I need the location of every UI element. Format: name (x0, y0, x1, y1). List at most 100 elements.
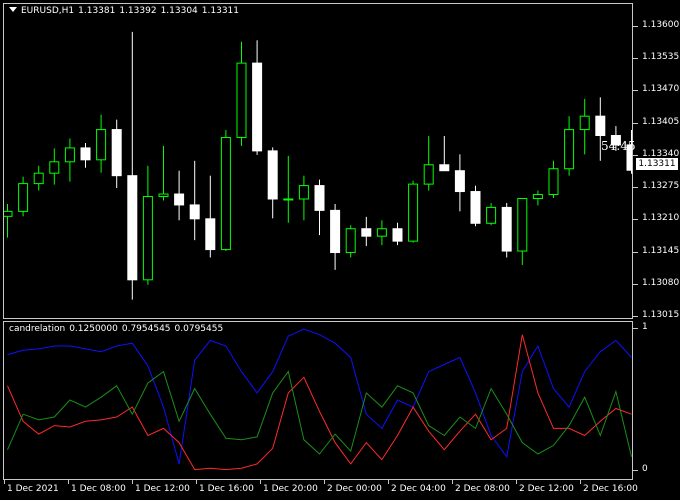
price-axis-tick (633, 219, 638, 221)
candle-body (298, 185, 309, 200)
time-axis-tick (388, 480, 389, 484)
candle-body (423, 164, 434, 185)
time-axis-tick (452, 480, 453, 484)
price-axis-label: 1.13015 (642, 310, 680, 320)
close-value: 1.13311 (201, 6, 239, 16)
candle-body (345, 228, 356, 254)
candlestick-plot (4, 31, 632, 300)
candle-body (408, 183, 419, 242)
candle-body (189, 204, 200, 220)
candle-body (501, 206, 512, 252)
price-axis-tick (633, 316, 638, 317)
indicator-axis-tick (633, 470, 638, 471)
time-axis-tick (516, 480, 517, 484)
indicator-axis-tick (633, 328, 638, 329)
price-axis-label: 1.13080 (642, 277, 680, 288)
price-axis-tick (633, 283, 638, 285)
current-price-label: 1.13311 (636, 158, 678, 170)
candle-body (376, 228, 387, 237)
candle-body (314, 185, 325, 211)
candle-body (127, 175, 138, 281)
candle-body (111, 129, 122, 177)
candle-body (532, 194, 543, 199)
price-axis-label: 1.13210 (642, 213, 680, 224)
candle-countdown: 54:45 (601, 139, 636, 153)
candle-body (220, 136, 231, 251)
time-axis-tick (68, 480, 69, 484)
time-axis-tick (260, 480, 261, 484)
price-axis-tick (633, 154, 638, 156)
indicator-series-line (7, 334, 632, 471)
candle-body (205, 218, 216, 251)
candle-body (80, 147, 91, 161)
price-chart-panel[interactable]: EURUSD,H1 1.13381 1.13392 1.13304 1.13311 (3, 3, 633, 319)
time-axis-tick (132, 480, 133, 484)
time-axis-tick (196, 480, 197, 484)
high-value: 1.13392 (119, 6, 157, 16)
candle-body (579, 115, 590, 131)
time-axis-label: 2 Dec 16:00 (583, 484, 638, 494)
triangle-down-icon[interactable] (9, 7, 17, 12)
candle-body (64, 147, 75, 163)
candle-body (470, 191, 481, 224)
price-axis-label: 1.13145 (642, 245, 680, 256)
price-axis-tick (633, 90, 638, 92)
low-value: 1.13304 (160, 6, 198, 16)
indicator-series-line (7, 328, 632, 465)
candle-body (595, 115, 606, 137)
candle-body (49, 161, 60, 174)
candle-body (96, 129, 107, 161)
time-axis-label: 2 Dec 00:00 (327, 484, 382, 494)
time-axis-label: 1 Dec 08:00 (71, 484, 126, 494)
time-axis-tick (4, 480, 5, 484)
candle-body (18, 183, 29, 212)
candle-body (158, 193, 169, 198)
price-axis-tick (633, 58, 638, 60)
candle-body (252, 62, 263, 152)
time-axis-label: 2 Dec 12:00 (519, 484, 574, 494)
candle-body (486, 206, 497, 224)
indicator-series-line (7, 370, 632, 457)
price-axis-label: 1.13600 (642, 19, 680, 30)
indicator-value-3: 0.0795455 (174, 324, 224, 334)
chart-header: EURUSD,H1 1.13381 1.13392 1.13304 1.13311 (9, 6, 243, 16)
candle-body (33, 172, 44, 185)
indicator-plot (7, 328, 632, 471)
price-axis-tick (633, 122, 638, 124)
candle-body (142, 196, 153, 281)
candle-body (361, 228, 372, 237)
indicator-axis-label: 0 (642, 464, 648, 474)
time-axis-label: 2 Dec 08:00 (455, 484, 510, 494)
candle-body (267, 150, 278, 200)
indicator-panel[interactable]: candrelation 0.1250000 0.7954545 0.0795455 (3, 321, 633, 480)
time-axis-label: 2 Dec 04:00 (391, 484, 446, 494)
candle-body (236, 62, 247, 138)
time-axis-tick (324, 480, 325, 484)
time-axis-tick (580, 480, 581, 484)
candle-body (283, 198, 294, 201)
price-axis-tick (633, 251, 638, 253)
candle-body (174, 193, 185, 206)
indicator-name: candrelation (9, 324, 66, 334)
time-axis-label: 1 Dec 16:00 (199, 484, 254, 494)
price-axis-tick (633, 187, 638, 189)
time-axis-label: 1 Dec 2021 (7, 484, 59, 494)
indicator-axis-label: 1 (642, 322, 648, 332)
candle-body (454, 170, 465, 193)
candle-body (517, 197, 528, 252)
candle-body (392, 228, 403, 242)
price-axis-label: 1.13535 (642, 52, 680, 63)
candle-body (564, 129, 575, 170)
price-axis-label: 1.13275 (642, 181, 680, 192)
time-axis-label: 1 Dec 20:00 (263, 484, 318, 494)
indicator-value-2: 0.7954545 (121, 324, 171, 334)
indicator-value-1: 0.1250000 (69, 324, 118, 334)
indicator-header: candrelation 0.1250000 0.7954545 0.0795455 (9, 324, 227, 334)
candle-body (548, 168, 559, 196)
price-axis-label: 1.13470 (642, 84, 680, 95)
time-axis-label: 1 Dec 12:00 (135, 484, 190, 494)
price-axis-tick (633, 25, 638, 27)
price-axis-label: 1.13405 (642, 116, 680, 127)
candle-body (330, 209, 341, 254)
symbol-label: EURUSD,H1 (21, 6, 75, 16)
